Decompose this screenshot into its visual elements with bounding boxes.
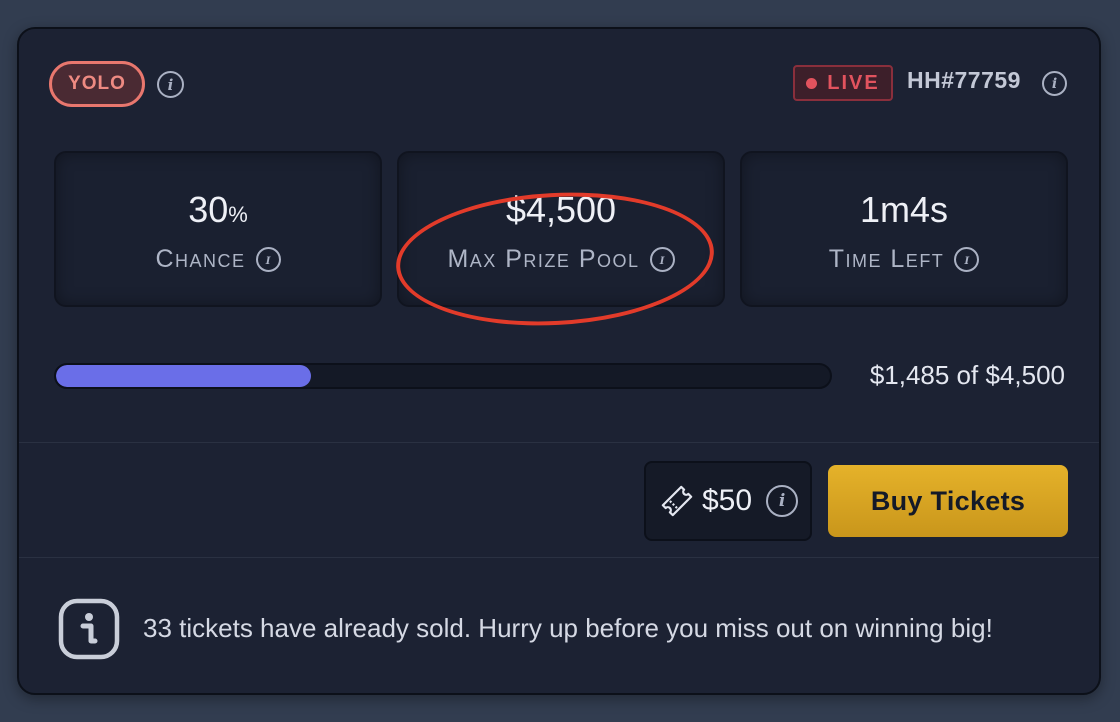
progress-fill <box>56 365 312 387</box>
yolo-badge: YOLO <box>49 61 145 107</box>
progress-text: $1,485 of $4,500 <box>869 360 1065 390</box>
ticket-price-box: $50 i <box>644 461 812 541</box>
notice-banner: 33 tickets have already sold. Hurry up b… <box>57 597 1069 661</box>
stats-row: 30% Chance i $4,500 Max Prize Pool i 1m4… <box>54 151 1068 307</box>
live-label: LIVE <box>827 71 880 94</box>
chance-value: 30% <box>188 189 248 230</box>
notice-text: 33 tickets have already sold. Hurry up b… <box>143 613 993 643</box>
time-left-info-icon[interactable]: i <box>954 247 980 272</box>
buy-tickets-button[interactable]: Buy Tickets <box>828 465 1068 537</box>
divider <box>19 442 1099 443</box>
ticket-price: $50 <box>702 484 753 517</box>
stat-max-prize-pool: $4,500 Max Prize Pool i <box>397 151 725 307</box>
progress-bar <box>54 363 832 389</box>
hand-id: HH#77759 <box>907 67 1021 93</box>
chance-info-icon[interactable]: i <box>255 247 281 272</box>
divider <box>19 557 1099 558</box>
lottery-card: YOLO i LIVE HH#77759 i 30% Chance i $4,5… <box>17 27 1101 695</box>
stat-chance: 30% Chance i <box>54 151 382 307</box>
max-prize-pool-label: Max Prize Pool i <box>399 245 723 274</box>
info-icon <box>58 598 120 660</box>
ticket-price-info-icon[interactable]: i <box>766 485 799 517</box>
stat-time-left: 1m4s Time Left i <box>740 151 1068 307</box>
live-dot-icon <box>806 77 818 89</box>
ticket-icon <box>661 485 693 517</box>
chance-label: Chance i <box>56 245 380 274</box>
hand-info-icon[interactable]: i <box>1042 71 1067 96</box>
max-prize-pool-value: $4,500 <box>505 189 617 230</box>
time-left-label: Time Left i <box>742 245 1066 274</box>
live-badge: LIVE <box>793 65 893 101</box>
time-left-value: 1m4s <box>859 189 949 230</box>
card-header: YOLO i LIVE HH#77759 i <box>49 61 1067 107</box>
max-prize-pool-info-icon[interactable]: i <box>649 247 675 272</box>
yolo-info-icon[interactable]: i <box>157 71 184 98</box>
